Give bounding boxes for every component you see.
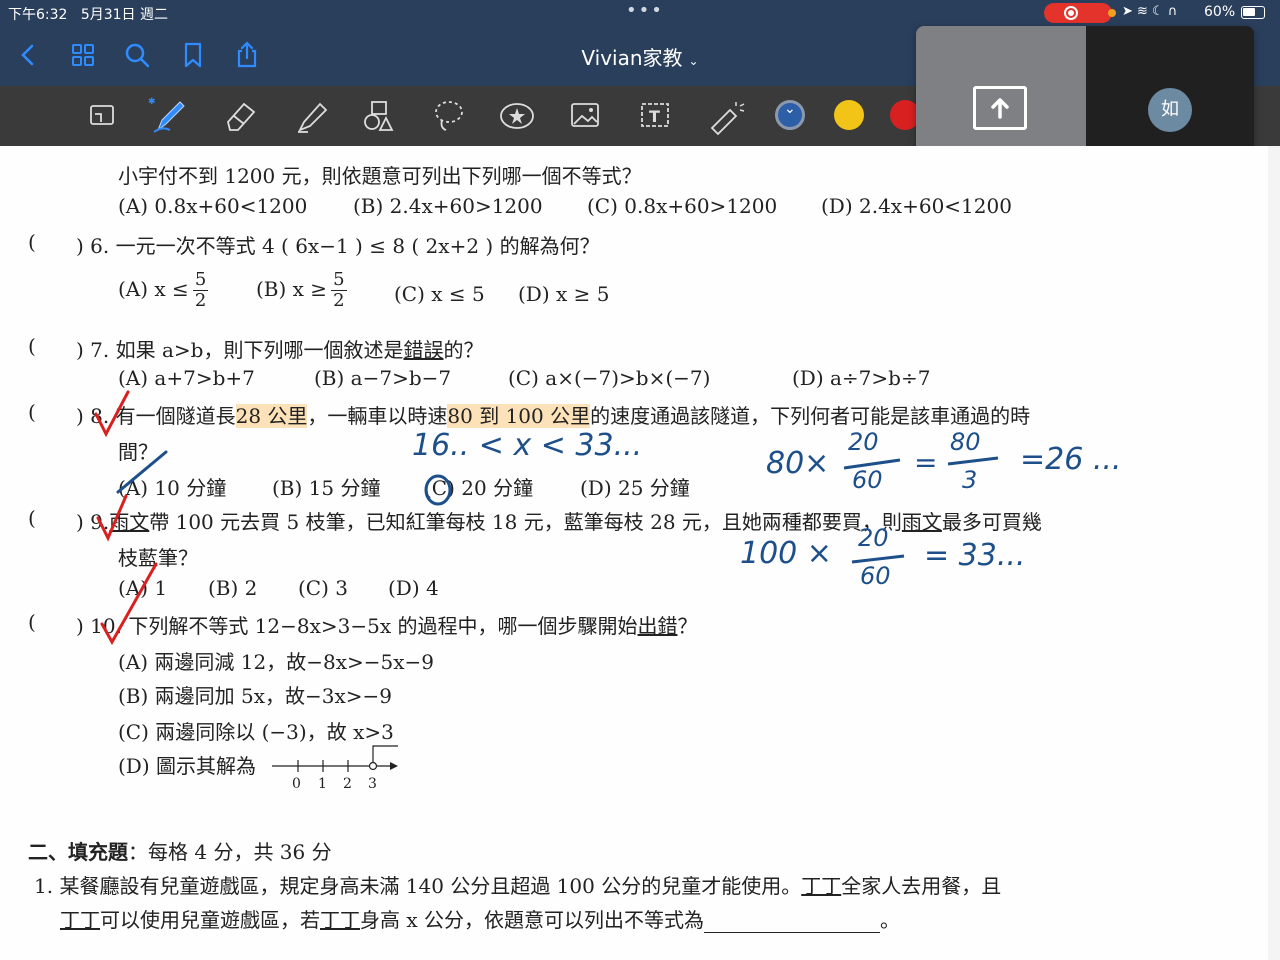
lasso-icon[interactable]	[428, 96, 470, 136]
status-bar: 下午6:32 5月31日 週二 ••• ➤ ≋ ☾ ∩ 60%	[0, 0, 1280, 26]
color-swatch-blue[interactable]	[775, 100, 805, 130]
pen-tool-icon[interactable]: ✱	[148, 96, 190, 136]
svg-text:T: T	[649, 107, 660, 126]
color-swatch-yellow[interactable]	[834, 100, 864, 130]
handwritten-inequality: 16.. < x < 33...	[412, 428, 643, 463]
share-upload-icon[interactable]	[973, 86, 1027, 130]
handwritten-eq1-equals: =	[914, 446, 938, 479]
status-time: 下午6:32 5月31日 週二	[8, 7, 168, 23]
handwritten-eq2-result: = 33...	[924, 538, 1026, 573]
bookmark-icon[interactable]	[178, 40, 208, 70]
battery-percent: 60%	[1204, 4, 1236, 20]
document-title[interactable]: Vivian家教 ⌄	[560, 42, 720, 71]
back-chevron-icon[interactable]	[14, 40, 44, 70]
status-icons: ➤ ≋ ☾ ∩	[1122, 4, 1178, 19]
pdf-page[interactable]: 小宇付不到 1200 元，則依題意可列出下列哪一個不等式？ (A) 0.8x+6…	[0, 146, 1280, 960]
handwritten-eq1-num2: 80	[950, 428, 981, 456]
sticker-star-icon[interactable]	[496, 96, 538, 136]
share-icon[interactable]	[232, 40, 262, 70]
multitask-dots-icon[interactable]: •••	[626, 0, 664, 21]
handwritten-eq1-num: 20	[848, 428, 879, 456]
eraser-icon[interactable]	[220, 96, 262, 136]
handwriting-ink-layer	[94, 390, 999, 646]
handwritten-eq1-den2: 3	[962, 466, 978, 494]
search-icon[interactable]	[122, 40, 152, 70]
image-insert-icon[interactable]	[564, 96, 606, 136]
handwritten-eq2-den: 60	[860, 562, 891, 590]
handwritten-eq2-lhs: 100 ×	[740, 536, 832, 571]
laser-pointer-icon[interactable]	[704, 96, 746, 136]
handwritten-eq1-den: 60	[852, 466, 883, 494]
page-scrollbar[interactable]	[1268, 146, 1280, 960]
mic-in-use-dot	[1108, 9, 1116, 17]
battery-icon	[1241, 6, 1265, 19]
screen-recording-indicator[interactable]	[1044, 3, 1112, 23]
highlighter-icon[interactable]	[292, 96, 334, 136]
thumbnails-grid-icon[interactable]	[68, 40, 98, 70]
title-chevron-icon: ⌄	[688, 54, 699, 68]
text-box-icon[interactable]: T	[634, 96, 676, 136]
participant-avatar: 如	[1148, 88, 1192, 132]
handwritten-eq2-num: 20	[858, 524, 889, 552]
shapes-tool-icon[interactable]	[358, 96, 400, 136]
zoom-select-icon[interactable]	[82, 96, 124, 136]
handwritten-eq1-lhs: 80×	[766, 446, 830, 481]
record-icon	[1064, 6, 1078, 20]
svg-text:✱: ✱	[148, 97, 156, 107]
handwritten-eq1-result: =26 ...	[1020, 442, 1122, 477]
